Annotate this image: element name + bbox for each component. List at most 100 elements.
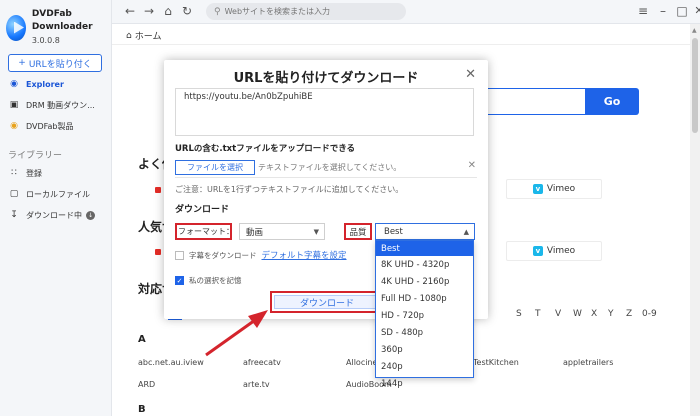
dvdfab-logo-icon	[6, 14, 26, 41]
quality-option[interactable]: HD - 720p	[376, 307, 473, 324]
upload-label: URLの含む.txtファイルをアップロードできる	[175, 144, 356, 154]
chevron-down-icon: ▼	[313, 227, 319, 236]
file-hint: テキストファイルを選択してください。	[258, 163, 402, 172]
search-input[interactable]	[224, 7, 400, 16]
alphabet-letter[interactable]: X	[591, 309, 597, 319]
back-icon[interactable]: ←	[123, 4, 137, 18]
format-select[interactable]: 動画 ▼	[239, 223, 325, 240]
sidebar-item-drm[interactable]: ▣ DRM 動画ダウン...	[8, 97, 95, 113]
quality-option[interactable]: SD - 480p	[376, 324, 473, 341]
top-bar: ← → ⌂ ↻ ⚲ ≡ – □ ✕	[112, 0, 700, 24]
quality-option[interactable]: Full HD - 1080p	[376, 290, 473, 307]
close-window-icon[interactable]: ✕	[692, 4, 700, 17]
breadcrumb[interactable]: ⌂ ホーム	[126, 29, 162, 43]
default-subtitle-link[interactable]: デフォルト字幕を設定	[262, 249, 347, 261]
download-button[interactable]: ダウンロード	[274, 295, 380, 309]
site-link[interactable]: arte.tv	[243, 380, 270, 389]
sidebar-item-subscribe[interactable]: ∷ 登録	[8, 165, 42, 181]
clear-file-icon[interactable]: ✕	[468, 160, 476, 171]
quality-option[interactable]: 8K UHD - 4320p	[376, 256, 473, 273]
remember-checkbox-label: 私の選択を記憶	[189, 276, 242, 285]
quality-option[interactable]: Best	[376, 241, 473, 256]
youtube-icon	[155, 249, 161, 255]
scroll-thumb[interactable]	[692, 38, 698, 133]
remember-checkbox[interactable]: ✓	[175, 276, 184, 285]
download-badge-icon: ↓	[86, 210, 95, 220]
quality-select[interactable]: Best ▲	[375, 223, 475, 240]
quality-dropdown: Best 8K UHD - 4320p 4K UHD - 2160p Full …	[375, 240, 474, 389]
subtitle-checkbox[interactable]	[175, 250, 184, 260]
group-b-heading: B	[138, 404, 146, 415]
site-link[interactable]: appletrailers	[563, 358, 613, 367]
sidebar-item-dvdfab[interactable]: ◉ DVDFab製品	[8, 118, 74, 134]
plus-icon: +	[18, 58, 26, 68]
breadcrumb-label: ホーム	[134, 32, 162, 42]
alphabet-letter[interactable]: Z	[626, 309, 632, 319]
sidebar: DVDFab Downloader 3.0.0.8 + URLを貼り付く ◉ E…	[0, 0, 112, 416]
forward-icon[interactable]: →	[142, 4, 156, 18]
quality-option[interactable]: 4K UHD - 2160p	[376, 273, 473, 290]
compass-icon: ◉	[10, 79, 18, 89]
download-button-highlight: ダウンロード	[270, 291, 384, 313]
youtube-icon	[155, 187, 161, 193]
app-name: DVDFab Downloader	[31, 9, 93, 32]
site-link[interactable]: afreecatv	[243, 358, 281, 367]
site-link[interactable]: ARD	[138, 380, 155, 389]
menu-icon[interactable]: ≡	[636, 4, 650, 18]
site-tile-vimeo[interactable]: v Vimeo	[506, 241, 602, 261]
vimeo-icon: v	[532, 246, 543, 256]
paste-url-label: URLを貼り付く	[28, 59, 92, 70]
quality-select-value: Best	[384, 226, 403, 237]
alphabet-letter[interactable]: Y	[608, 309, 614, 319]
scroll-up-icon[interactable]: ▲	[692, 27, 697, 34]
dvdfab-icon: ◉	[10, 121, 18, 131]
refresh-icon[interactable]: ↻	[180, 4, 194, 18]
download-icon: ↧	[10, 210, 18, 220]
sidebar-item-explorer[interactable]: ◉ Explorer	[8, 76, 64, 92]
vimeo-icon: v	[532, 184, 543, 194]
site-tile-label: Vimeo	[546, 184, 576, 194]
library-title: ライブラリー	[8, 151, 63, 161]
sidebar-item-label: Explorer	[26, 79, 64, 89]
home-icon[interactable]: ⌂	[161, 4, 175, 18]
minimize-icon[interactable]: –	[656, 4, 670, 18]
quality-label: 品質	[344, 223, 372, 240]
quality-option[interactable]: 144p	[376, 375, 473, 392]
sidebar-item-label: ローカルファイル	[26, 189, 90, 199]
quality-option[interactable]: 240p	[376, 358, 473, 375]
site-tile-vimeo[interactable]: v Vimeo	[506, 179, 602, 199]
go-button[interactable]: Go	[585, 88, 639, 115]
sidebar-item-label: DRM 動画ダウン...	[26, 100, 95, 110]
home-crumb-icon: ⌂	[126, 30, 132, 41]
chevron-up-icon: ▲	[463, 227, 469, 236]
brand: DVDFab Downloader 3.0.0.8	[6, 8, 111, 47]
folder-icon: ▢	[9, 189, 19, 199]
format-label: フォーマット：	[175, 223, 232, 240]
alphabet-letter[interactable]: V	[555, 309, 561, 319]
alphabet-letter[interactable]: W	[573, 309, 582, 319]
quality-option[interactable]: 360p	[376, 341, 473, 358]
url-input[interactable]	[482, 88, 586, 115]
sidebar-item-label: 登録	[26, 168, 42, 178]
site-link[interactable]: abc.net.au.iview	[138, 358, 204, 367]
group-a-heading: A	[138, 334, 146, 345]
alphabet-letter[interactable]: S	[516, 309, 522, 319]
close-icon[interactable]: ✕	[465, 67, 476, 82]
sidebar-item-downloading[interactable]: ↧ ダウンロード中 ↓	[8, 207, 95, 223]
download-section-title: ダウンロード	[175, 205, 230, 215]
app-version: 3.0.0.8	[31, 36, 60, 45]
format-select-value: 動画	[246, 227, 264, 238]
sidebar-item-local-files[interactable]: ▢ ローカルファイル	[8, 186, 90, 202]
paste-url-button[interactable]: + URLを貼り付く	[8, 54, 102, 72]
remember-checkbox-row: ✓ 私の選択を記憶	[175, 275, 242, 286]
search-bar[interactable]: ⚲	[206, 3, 406, 20]
url-textarea[interactable]: https://youtu.be/An0bZpuhiBE	[175, 88, 474, 136]
sidebar-item-label: DVDFab製品	[26, 121, 74, 131]
alphabet-letter[interactable]: 0-9	[642, 309, 657, 319]
upload-note: ご注意：URLを1行ずつテキストファイルに追加してください。	[175, 185, 404, 194]
alphabet-letter[interactable]: T	[535, 309, 541, 319]
site-tile-label: Vimeo	[546, 246, 576, 256]
choose-file-button[interactable]: ファイルを選択	[175, 160, 255, 175]
maximize-icon[interactable]: □	[675, 4, 689, 18]
site-link[interactable]: Allocine	[346, 358, 377, 367]
